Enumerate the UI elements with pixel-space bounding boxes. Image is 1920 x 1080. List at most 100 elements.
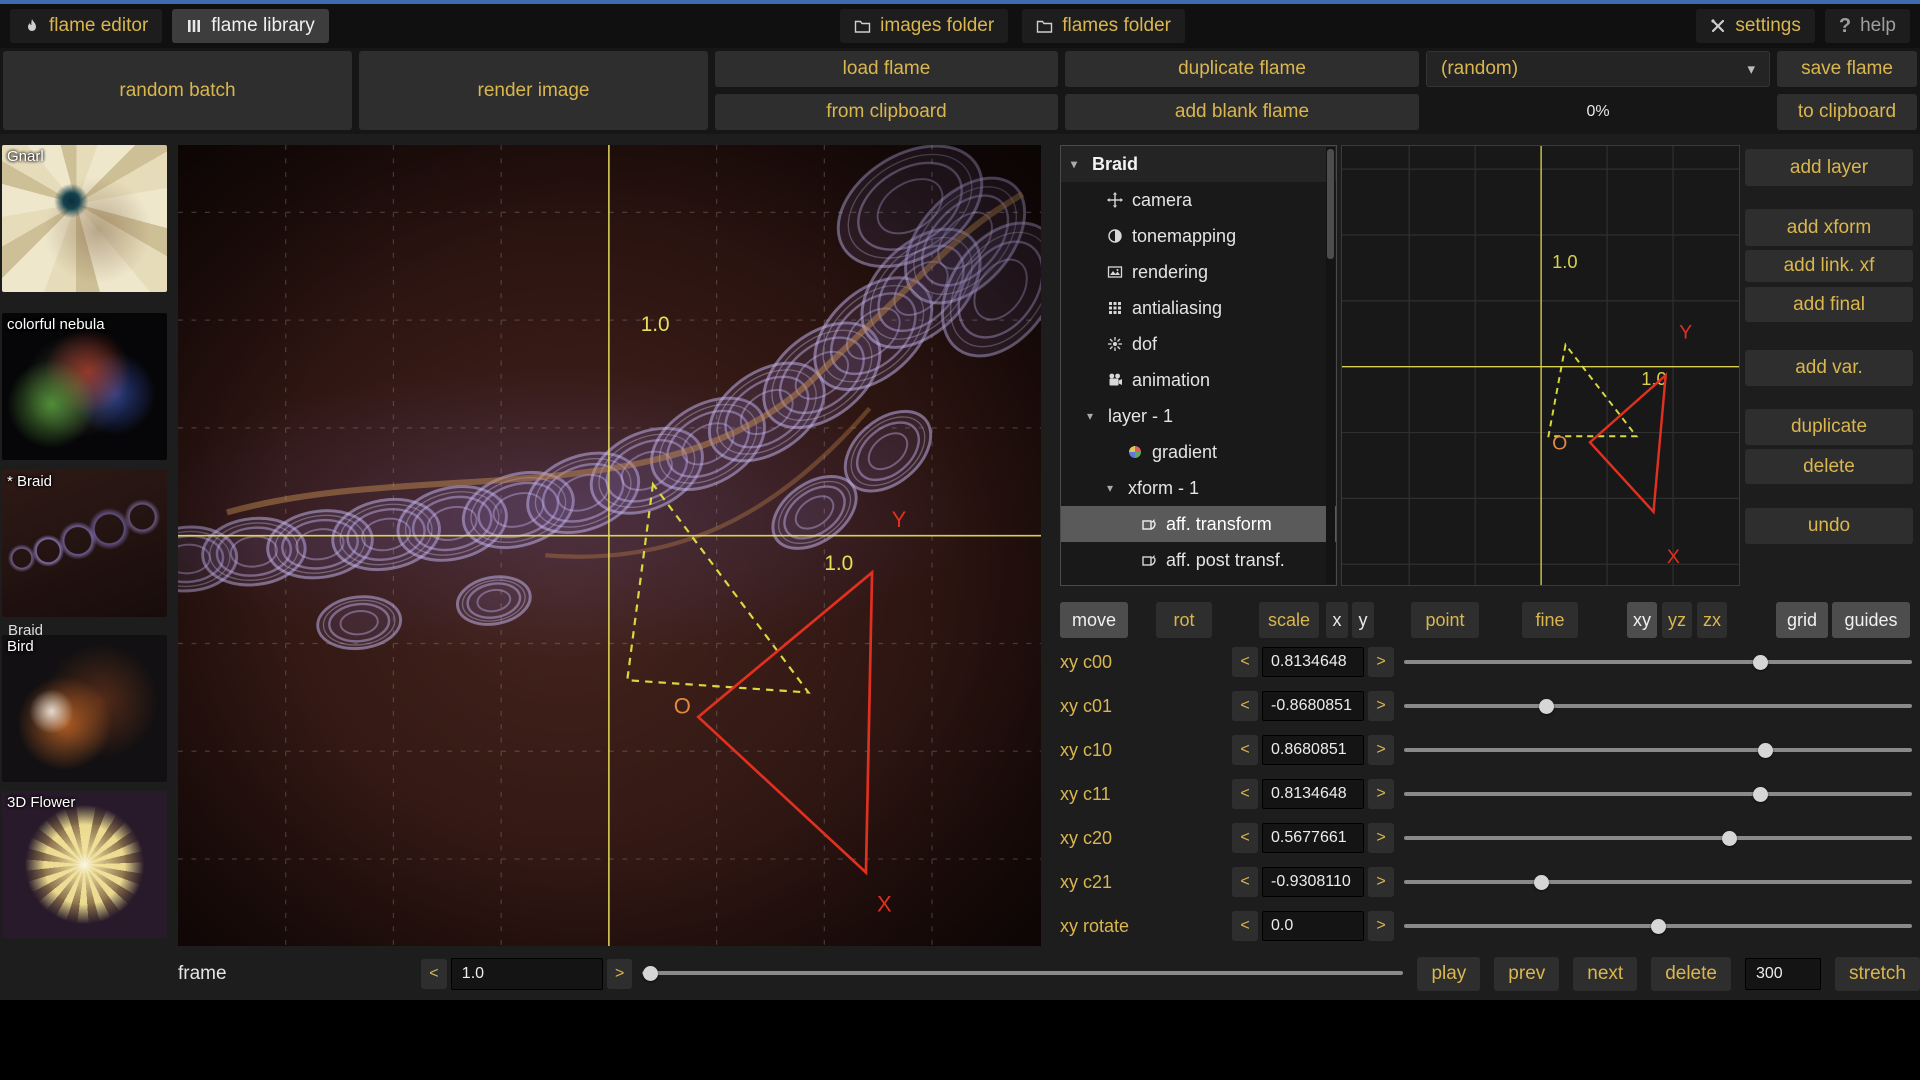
slider-handle[interactable] [1651, 919, 1666, 934]
grid-toggle-button[interactable]: grid [1776, 602, 1828, 638]
decrement-button[interactable]: < [1232, 735, 1258, 765]
increment-button[interactable]: > [1368, 735, 1394, 765]
prev-frame-button[interactable]: prev [1494, 957, 1559, 991]
preview-affine-triangle[interactable] [1590, 375, 1666, 512]
decrement-button[interactable]: < [1232, 911, 1258, 941]
from-clipboard-button[interactable]: from clipboard [715, 94, 1058, 130]
point-mode-button[interactable]: point [1411, 602, 1479, 638]
images-folder-button[interactable]: images folder [840, 9, 1008, 43]
tree-item-animation[interactable]: animation [1061, 362, 1336, 398]
slider-track[interactable] [1404, 748, 1912, 752]
library-thumbnail-bird[interactable]: Bird [2, 635, 167, 782]
slider-handle[interactable] [1534, 875, 1549, 890]
increment-button[interactable]: > [1368, 867, 1394, 897]
guides-toggle-button[interactable]: guides [1832, 602, 1910, 638]
slider-track[interactable] [1404, 660, 1912, 664]
next-frame-button[interactable]: next [1573, 957, 1637, 991]
add-layer-button[interactable]: add layer [1745, 149, 1913, 186]
tree-root-braid[interactable]: ▾ Braid [1061, 146, 1336, 182]
stretch-button[interactable]: stretch [1835, 957, 1920, 991]
increment-button[interactable]: > [1368, 647, 1394, 677]
flame-editor-button[interactable]: flame editor [10, 9, 162, 43]
add-blank-flame-button[interactable]: add blank flame [1065, 94, 1419, 130]
decrement-button[interactable]: < [1232, 823, 1258, 853]
increment-button[interactable]: > [1368, 911, 1394, 941]
tree-item-layer-1[interactable]: ▾ layer - 1 [1061, 398, 1336, 434]
slider-track[interactable] [642, 971, 1403, 975]
add-linked-xform-button[interactable]: add link. xf [1745, 250, 1913, 282]
random-batch-button[interactable]: random batch [3, 51, 352, 130]
scale-y-toggle[interactable]: y [1352, 602, 1374, 638]
load-flame-button[interactable]: load flame [715, 51, 1058, 87]
scale-x-toggle[interactable]: x [1326, 602, 1348, 638]
delete-frame-button[interactable]: delete [1651, 957, 1731, 991]
tree-item-dof[interactable]: dof [1061, 326, 1336, 362]
param-slider[interactable] [1404, 779, 1912, 809]
flame-editor-canvas[interactable]: 1.0 1.0 Y X O [178, 145, 1041, 946]
frame-slider[interactable] [642, 958, 1403, 990]
library-thumbnail-nebula[interactable]: colorful nebula [2, 313, 167, 460]
save-flame-button[interactable]: save flame [1777, 51, 1917, 87]
frame-decrement-button[interactable]: < [421, 959, 447, 989]
increment-button[interactable]: > [1368, 779, 1394, 809]
frame-increment-button[interactable]: > [607, 959, 633, 989]
decrement-button[interactable]: < [1232, 691, 1258, 721]
param-slider[interactable] [1404, 911, 1912, 941]
tree-item-xform-1[interactable]: ▾ xform - 1 [1061, 470, 1336, 506]
random-generator-dropdown[interactable]: (random) ▾ [1426, 51, 1770, 87]
param-slider[interactable] [1404, 647, 1912, 677]
tree-item-tonemapping[interactable]: tonemapping [1061, 218, 1336, 254]
library-thumbnail-gnarl[interactable]: Gnarl [2, 145, 167, 292]
library-thumbnail-braid[interactable]: * Braid [2, 470, 167, 617]
param-value-input[interactable] [1262, 691, 1364, 721]
slider-handle[interactable] [1539, 699, 1554, 714]
expander-icon[interactable]: ▾ [1107, 481, 1119, 495]
library-thumbnail-flower[interactable]: 3D Flower [2, 791, 167, 938]
total-frames-input[interactable] [1745, 958, 1821, 990]
duplicate-flame-button[interactable]: duplicate flame [1065, 51, 1419, 87]
increment-button[interactable]: > [1368, 823, 1394, 853]
tree-item-camera[interactable]: camera [1061, 182, 1336, 218]
tree-scrollbar-thumb[interactable] [1327, 149, 1334, 259]
flame-library-button[interactable]: flame library [172, 9, 328, 43]
duplicate-button[interactable]: duplicate [1745, 409, 1913, 445]
undo-button[interactable]: undo [1745, 508, 1913, 544]
slider-handle[interactable] [1758, 743, 1773, 758]
add-final-xform-button[interactable]: add final [1745, 287, 1913, 322]
slider-track[interactable] [1404, 792, 1912, 796]
help-button[interactable]: ? help [1825, 9, 1910, 43]
delete-button[interactable]: delete [1745, 449, 1913, 484]
rotate-mode-button[interactable]: rot [1156, 602, 1212, 638]
fine-mode-button[interactable]: fine [1522, 602, 1578, 638]
slider-track[interactable] [1404, 836, 1912, 840]
flames-folder-button[interactable]: flames folder [1022, 9, 1185, 43]
expander-icon[interactable]: ▾ [1071, 157, 1083, 171]
tree-item-antialiasing[interactable]: antialiasing [1061, 290, 1336, 326]
scale-mode-button[interactable]: scale [1259, 602, 1319, 638]
frame-value-input[interactable] [451, 958, 603, 990]
tree-scrollbar[interactable] [1326, 147, 1335, 584]
preview-post-transform-triangle[interactable] [1548, 345, 1636, 436]
tree-item-aff-post-transform[interactable]: aff. post transf. [1061, 542, 1336, 578]
decrement-button[interactable]: < [1232, 867, 1258, 897]
slider-handle[interactable] [1753, 655, 1768, 670]
settings-button[interactable]: settings [1696, 9, 1814, 43]
move-mode-button[interactable]: move [1060, 602, 1128, 638]
transform-preview-panel[interactable]: 1.0 1.0 Y X O [1341, 145, 1740, 586]
param-value-input[interactable] [1262, 735, 1364, 765]
increment-button[interactable]: > [1368, 691, 1394, 721]
plane-zx-button[interactable]: zx [1697, 602, 1727, 638]
tree-item-gradient[interactable]: gradient [1061, 434, 1336, 470]
slider-handle[interactable] [643, 966, 658, 981]
slider-track[interactable] [1404, 704, 1912, 708]
decrement-button[interactable]: < [1232, 647, 1258, 677]
param-value-input[interactable] [1262, 867, 1364, 897]
to-clipboard-button[interactable]: to clipboard [1777, 94, 1917, 130]
slider-track[interactable] [1404, 880, 1912, 884]
tree-item-rendering[interactable]: rendering [1061, 254, 1336, 290]
param-slider[interactable] [1404, 691, 1912, 721]
param-value-input[interactable] [1262, 823, 1364, 853]
slider-handle[interactable] [1722, 831, 1737, 846]
param-value-input[interactable] [1262, 779, 1364, 809]
param-value-input[interactable] [1262, 911, 1364, 941]
